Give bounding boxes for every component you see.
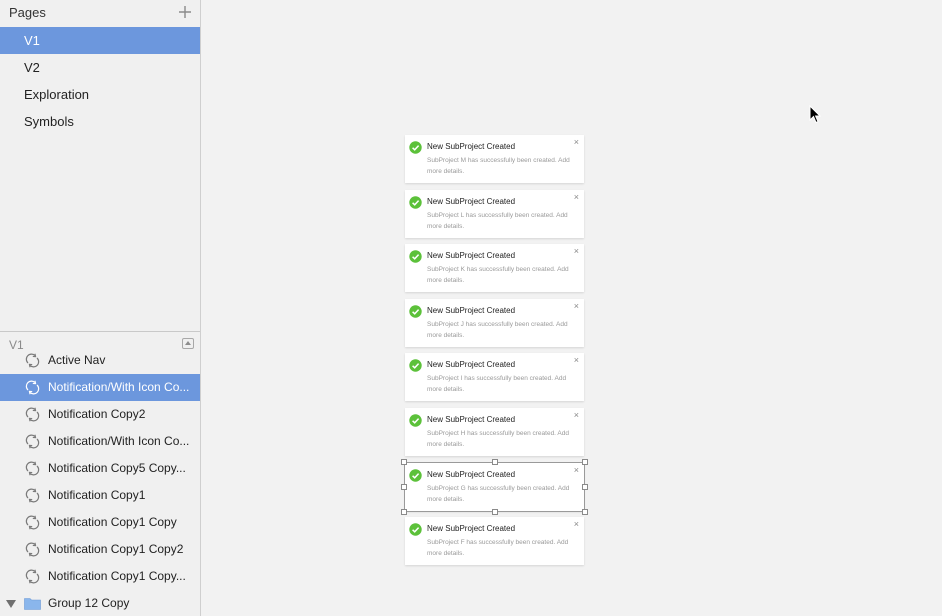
notification-card[interactable]: New SubProject Created SubProject K has s…: [405, 244, 584, 292]
layer-row[interactable]: Notification/With Icon Co...: [0, 374, 200, 401]
close-icon[interactable]: ×: [574, 356, 579, 365]
notification-title: New SubProject Created: [427, 251, 516, 260]
symbol-icon: [25, 542, 40, 557]
layer-label: Notification Copy1: [48, 488, 146, 502]
close-icon[interactable]: ×: [574, 466, 579, 475]
resize-handle[interactable]: [582, 459, 588, 465]
resize-handle[interactable]: [401, 484, 407, 490]
layer-label: Notification Copy2: [48, 407, 146, 421]
symbol-icon: [25, 515, 40, 530]
check-circle-icon: [409, 196, 422, 209]
resize-handle[interactable]: [492, 459, 498, 465]
symbol-icon: [25, 353, 40, 368]
symbol-icon: [25, 380, 40, 395]
pages-header: Pages: [0, 0, 200, 27]
page-list: V1 V2 Exploration Symbols: [0, 27, 200, 135]
close-icon[interactable]: ×: [574, 520, 579, 529]
notification-title: New SubProject Created: [427, 524, 516, 533]
notification-card[interactable]: New SubProject Created SubProject I has s…: [405, 353, 584, 401]
add-page-icon[interactable]: [178, 3, 192, 21]
close-icon[interactable]: ×: [574, 247, 579, 256]
notification-body: SubProject F has successfully been creat…: [427, 539, 569, 557]
page-item[interactable]: V2: [0, 54, 200, 81]
close-icon[interactable]: ×: [574, 138, 579, 147]
symbol-icon: [25, 434, 40, 449]
check-circle-icon: [409, 469, 422, 482]
layer-row[interactable]: Notification Copy1 Copy...: [0, 563, 200, 590]
layer-row[interactable]: Notification/With Icon Co...: [0, 428, 200, 455]
close-icon[interactable]: ×: [574, 411, 579, 420]
check-circle-icon: [409, 414, 422, 427]
layer-label: Group 12 Copy: [48, 596, 130, 610]
page-item[interactable]: V1: [0, 27, 200, 54]
check-circle-icon: [409, 250, 422, 263]
symbol-icon: [25, 569, 40, 584]
notification-body: SubProject L has successfully been creat…: [427, 212, 568, 230]
sidebar: Pages V1 V2 Exploration Symbols V1 Active N…: [0, 0, 201, 616]
notification-body: SubProject G has successfully been creat…: [427, 485, 570, 503]
layer-label: Notification Copy5 Copy...: [48, 461, 186, 475]
page-item[interactable]: Exploration: [0, 81, 200, 108]
notification-body: SubProject J has successfully been creat…: [427, 321, 568, 339]
notification-title: New SubProject Created: [427, 415, 516, 424]
symbol-icon: [25, 488, 40, 503]
notification-card[interactable]: New SubProject Created SubProject G has s…: [405, 463, 584, 511]
check-circle-icon: [409, 523, 422, 536]
resize-handle[interactable]: [582, 484, 588, 490]
resize-handle[interactable]: [401, 509, 407, 515]
symbol-icon: [25, 407, 40, 422]
notification-title: New SubProject Created: [427, 142, 516, 151]
notification-body: SubProject I has successfully been creat…: [427, 375, 567, 393]
close-icon[interactable]: ×: [574, 302, 579, 311]
notification-card[interactable]: New SubProject Created SubProject H has s…: [405, 408, 584, 456]
symbol-icon: [25, 461, 40, 476]
layers-list: Active Nav Notification/With Icon Co... No…: [0, 347, 200, 616]
notification-card[interactable]: New SubProject Created SubProject L has s…: [405, 190, 584, 238]
notification-title: New SubProject Created: [427, 306, 516, 315]
layer-label: Notification/With Icon Co...: [48, 434, 190, 448]
folder-icon: [24, 598, 41, 610]
layer-label: Notification/With Icon Co...: [48, 380, 190, 394]
layer-label: Notification Copy1 Copy2: [48, 542, 184, 556]
layer-row[interactable]: Active Nav: [0, 347, 200, 374]
layer-label: Notification Copy1 Copy: [48, 515, 177, 529]
notification-card[interactable]: New SubProject Created SubProject F has s…: [405, 517, 584, 565]
layer-label: Active Nav: [48, 353, 106, 367]
disclosure-triangle-icon[interactable]: [6, 600, 16, 608]
layer-row[interactable]: Notification Copy1 Copy: [0, 509, 200, 536]
layer-row[interactable]: Notification Copy1 Copy2: [0, 536, 200, 563]
page-item[interactable]: Symbols: [0, 108, 200, 135]
check-circle-icon: [409, 305, 422, 318]
notification-body: SubProject H has successfully been creat…: [427, 430, 569, 448]
resize-handle[interactable]: [401, 459, 407, 465]
notification-title: New SubProject Created: [427, 197, 516, 206]
pages-title: Pages: [9, 5, 46, 20]
notification-body: SubProject M has successfully been creat…: [427, 157, 570, 175]
layer-row[interactable]: Notification Copy1: [0, 482, 200, 509]
check-circle-icon: [409, 359, 422, 372]
notification-title: New SubProject Created: [427, 470, 516, 479]
mouse-cursor-icon: [809, 105, 821, 124]
canvas[interactable]: New SubProject Created SubProject M has s…: [201, 0, 942, 616]
notification-card[interactable]: New SubProject Created SubProject J has s…: [405, 299, 584, 347]
layer-row[interactable]: Notification Copy2: [0, 401, 200, 428]
layer-row[interactable]: Group 12 Copy: [0, 590, 200, 616]
notification-card[interactable]: New SubProject Created SubProject M has s…: [405, 135, 584, 183]
layer-label: Notification Copy1 Copy...: [48, 569, 186, 583]
layer-row[interactable]: Notification Copy5 Copy...: [0, 455, 200, 482]
notification-title: New SubProject Created: [427, 360, 516, 369]
resize-handle[interactable]: [492, 509, 498, 515]
close-icon[interactable]: ×: [574, 193, 579, 202]
resize-handle[interactable]: [582, 509, 588, 515]
notification-body: SubProject K has successfully been creat…: [427, 266, 569, 284]
check-circle-icon: [409, 141, 422, 154]
